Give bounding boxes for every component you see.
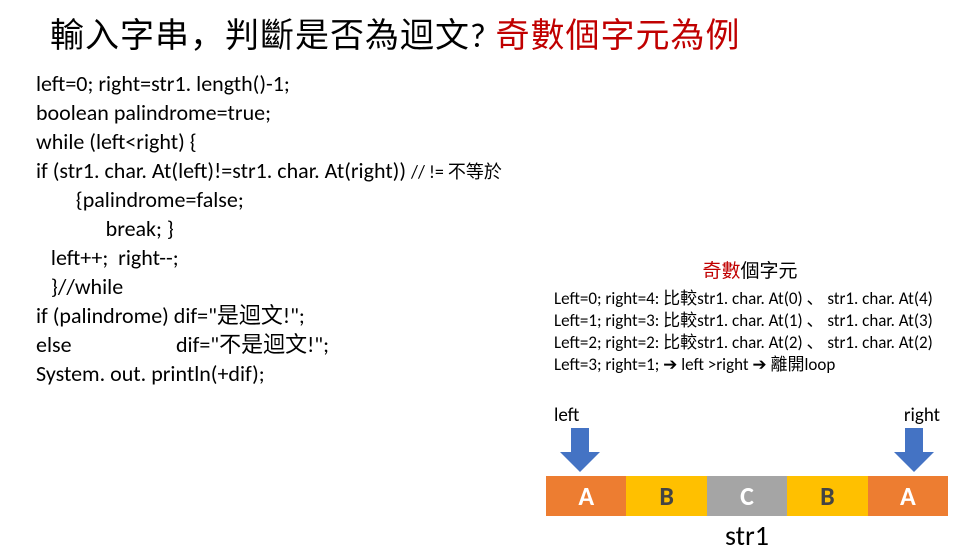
arrow-icon: ➔ [663,355,677,374]
pointer-labels: left right [546,404,948,428]
title-text-red: 奇數個字元為例 [495,16,740,57]
code-line: break; } [36,214,960,243]
string-cells: A B C B A [546,476,948,516]
trace-row: Left=0; right=4: 比較str1. char. At(0) 、 s… [554,288,946,310]
code-line: while (left<right) { [36,127,960,156]
code-comment: // != 不等於 [411,161,502,183]
code-line: boolean palindrome=true; [36,98,960,127]
code-line: {palindrome=false; [36,185,960,214]
string-name-label: str1 [546,518,948,553]
right-pointer-label: right [904,404,940,427]
char-cell: A [546,476,626,516]
trace-row: Left=1; right=3: 比較str1. char. At(1) 、 s… [554,310,946,332]
pointer-arrows [546,428,948,476]
title-text-black: 輸入字串，判斷是否為迴文? [50,16,495,57]
trace-row: Left=2; right=2: 比較str1. char. At(2) 、 s… [554,332,946,354]
left-pointer-label: left [554,404,579,427]
char-cell: A [868,476,948,516]
arrow-down-icon [892,428,936,472]
trace-row: Left=3; right=1; ➔ left >right ➔ 離開loop [554,354,946,376]
char-cell: B [626,476,706,516]
slide-title: 輸入字串，判斷是否為迴文? 奇數個字元為例 [0,0,960,57]
code-line: left=0; right=str1. length()-1; [36,69,960,98]
char-cell: C [707,476,787,516]
char-cell: B [787,476,867,516]
side-explanation: 奇數個字元 Left=0; right=4: 比較str1. char. At(… [554,260,946,375]
arrow-icon: ➔ [752,355,766,374]
string-diagram: left right A B C B A str1 [546,404,948,553]
arrow-down-icon [558,428,602,472]
code-line: if (str1. char. At(left)!=str1. char. At… [36,156,960,185]
odd-char-label: 奇數個字元 [554,260,946,284]
